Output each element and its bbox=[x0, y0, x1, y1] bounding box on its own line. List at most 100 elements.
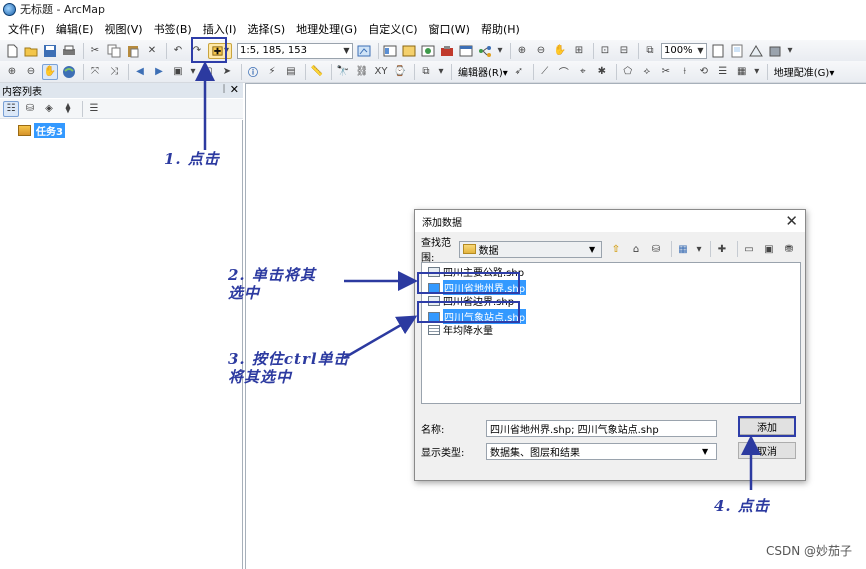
menu-bookmarks[interactable]: 书签(B) bbox=[154, 21, 192, 37]
split-icon[interactable]: ⟊ bbox=[677, 64, 693, 80]
zoom-100-icon[interactable]: ⧉ bbox=[642, 43, 658, 59]
time-slider-icon[interactable]: ⌚ bbox=[392, 64, 408, 80]
data-driven-pages-icon[interactable] bbox=[767, 43, 783, 59]
list-by-source-icon[interactable]: ⛁ bbox=[22, 101, 38, 117]
list-item[interactable]: 年均降水量 bbox=[428, 323, 493, 337]
toolbar-overflow-icon[interactable]: ▾ bbox=[753, 64, 761, 80]
layout-zoom-combo[interactable]: 100% ▼ bbox=[661, 42, 707, 59]
new-document-icon[interactable] bbox=[4, 43, 20, 59]
menu-customize[interactable]: 自定义(C) bbox=[368, 21, 417, 37]
layout-zoom-in-icon[interactable]: ⊕ bbox=[514, 43, 530, 59]
geodatabase-icon[interactable]: ⛃ bbox=[781, 241, 797, 257]
toolbar-overflow-icon[interactable]: ▾ bbox=[496, 43, 504, 59]
toggle-draft-mode-icon[interactable] bbox=[710, 43, 726, 59]
measure-icon[interactable]: 📏 bbox=[309, 64, 325, 80]
trace-icon[interactable]: ⌒ bbox=[556, 64, 572, 80]
clear-selection-icon[interactable]: ▢ bbox=[200, 64, 216, 80]
hyperlink-icon[interactable]: ⚡ bbox=[264, 64, 280, 80]
back-extent-icon[interactable]: ◀ bbox=[132, 64, 148, 80]
save-icon[interactable] bbox=[42, 43, 58, 59]
chevron-down-icon[interactable]: ▾ bbox=[189, 64, 197, 80]
rotate-icon[interactable]: ⟲ bbox=[696, 64, 712, 80]
cut-icon[interactable]: ✂ bbox=[87, 43, 103, 59]
new-folder-icon[interactable]: ✚ bbox=[714, 241, 730, 257]
forward-extent-icon[interactable]: ▶ bbox=[151, 64, 167, 80]
menu-edit[interactable]: 编辑(E) bbox=[56, 21, 94, 37]
zoom-out-icon[interactable]: ⊖ bbox=[23, 64, 39, 80]
map-scale-combo[interactable]: 1:5, 185, 153 ▼ bbox=[237, 42, 353, 59]
table-of-contents-icon[interactable] bbox=[382, 43, 398, 59]
view-options-icon[interactable]: ▦ bbox=[675, 241, 691, 257]
cancel-button[interactable]: 取消 bbox=[738, 442, 796, 459]
model-builder-icon[interactable] bbox=[477, 43, 493, 59]
georeferencing-menu[interactable]: 地理配准(G)▾ bbox=[774, 64, 835, 79]
editor-menu[interactable]: 编辑器(R)▾ bbox=[458, 64, 508, 79]
editor-toolbar-icon[interactable] bbox=[356, 43, 372, 59]
select-features-icon[interactable]: ▣ bbox=[170, 64, 186, 80]
menu-geoprocessing[interactable]: 地理处理(G) bbox=[296, 21, 357, 37]
menu-file[interactable]: 文件(F) bbox=[8, 21, 45, 37]
point-icon[interactable]: ⌖ bbox=[575, 64, 591, 80]
identify-icon[interactable]: ⓘ bbox=[245, 64, 261, 80]
menu-insert[interactable]: 插入(I) bbox=[203, 21, 237, 37]
cut-polygons-icon[interactable]: ✂ bbox=[658, 64, 674, 80]
zoom-in-icon[interactable]: ⊕ bbox=[4, 64, 20, 80]
sketch-properties-icon[interactable]: ▦ bbox=[734, 64, 750, 80]
paste-icon[interactable] bbox=[125, 43, 141, 59]
toc-options-icon[interactable]: ☰ bbox=[86, 101, 102, 117]
layout-zoom-out-icon[interactable]: ⊖ bbox=[533, 43, 549, 59]
pan-icon[interactable]: ✋ bbox=[42, 63, 58, 80]
menu-view[interactable]: 视图(V) bbox=[104, 21, 142, 37]
pin-icon[interactable]: ᛁ bbox=[221, 84, 227, 95]
copy-icon[interactable] bbox=[106, 43, 122, 59]
menu-help[interactable]: 帮助(H) bbox=[481, 21, 520, 37]
toolbar-overflow-icon[interactable]: ▾ bbox=[437, 64, 445, 80]
full-extent-icon[interactable] bbox=[61, 64, 77, 80]
fixed-zoom-in-icon[interactable]: ⊡ bbox=[597, 43, 613, 59]
open-folder-icon[interactable] bbox=[23, 43, 39, 59]
create-viewer-window-icon[interactable]: ⧉ bbox=[418, 64, 434, 80]
go-to-xy-icon[interactable]: XY bbox=[373, 64, 389, 80]
focus-data-frame-icon[interactable] bbox=[729, 43, 745, 59]
fixed-zoom-in-map-icon[interactable]: ⤧ bbox=[87, 64, 103, 80]
name-field[interactable]: 四川省地州界.shp; 四川气象站点.shp bbox=[486, 420, 717, 437]
catalog-icon[interactable]: ▭ bbox=[741, 241, 757, 257]
arctoolbox-icon[interactable] bbox=[439, 43, 455, 59]
list-by-selection-icon[interactable]: ⧫ bbox=[60, 101, 76, 117]
look-in-combo[interactable]: 数据 ▼ bbox=[458, 240, 602, 258]
home-icon[interactable]: ⌂ bbox=[628, 241, 644, 257]
undo-icon[interactable]: ↶ bbox=[170, 43, 186, 59]
search-window-icon[interactable] bbox=[420, 43, 436, 59]
edit-tool-icon[interactable]: ➶ bbox=[511, 64, 527, 80]
menu-windows[interactable]: 窗口(W) bbox=[429, 21, 470, 37]
fixed-zoom-out-icon[interactable]: ⊟ bbox=[616, 43, 632, 59]
html-popup-icon[interactable]: ▤ bbox=[283, 64, 299, 80]
list-by-drawing-order-icon[interactable]: ☷ bbox=[3, 100, 19, 117]
up-one-level-icon[interactable]: ⇧ bbox=[608, 241, 624, 257]
toolbar-overflow-icon[interactable]: ▾ bbox=[786, 43, 794, 59]
show-of-type-combo[interactable]: 数据集、图层和结果 ▼ bbox=[486, 443, 717, 460]
python-window-icon[interactable] bbox=[458, 43, 474, 59]
print-icon[interactable] bbox=[61, 43, 77, 59]
reshape-icon[interactable]: ⟡ bbox=[639, 64, 655, 80]
find-icon[interactable]: 🔭 bbox=[335, 64, 351, 80]
fixed-zoom-out-map-icon[interactable]: ⤨ bbox=[106, 64, 122, 80]
data-frame-node[interactable]: 任务3 bbox=[18, 123, 65, 138]
find-route-icon[interactable]: ⛓ bbox=[354, 64, 370, 80]
select-elements-icon[interactable]: ➤ bbox=[219, 64, 235, 80]
layout-pan-icon[interactable]: ✋ bbox=[552, 43, 568, 59]
catalog-window-icon[interactable] bbox=[401, 43, 417, 59]
close-icon[interactable]: ✕ bbox=[785, 212, 798, 230]
list-by-visibility-icon[interactable]: ◈ bbox=[41, 101, 57, 117]
straight-segment-icon[interactable]: ⟋ bbox=[537, 64, 553, 80]
attributes-icon[interactable]: ☰ bbox=[715, 64, 731, 80]
change-layout-icon[interactable] bbox=[748, 43, 764, 59]
delete-icon[interactable]: ✕ bbox=[144, 43, 160, 59]
chevron-down-icon[interactable]: ▾ bbox=[695, 241, 703, 257]
toolbox-icon[interactable]: ▣ bbox=[761, 241, 777, 257]
close-icon[interactable]: ✕ bbox=[230, 83, 239, 96]
zoom-whole-page-icon[interactable]: ⊞ bbox=[571, 43, 587, 59]
edit-vertices-icon[interactable]: ⬠ bbox=[620, 64, 636, 80]
connect-folder-icon[interactable]: ⛁ bbox=[648, 241, 664, 257]
menu-selection[interactable]: 选择(S) bbox=[248, 21, 286, 37]
